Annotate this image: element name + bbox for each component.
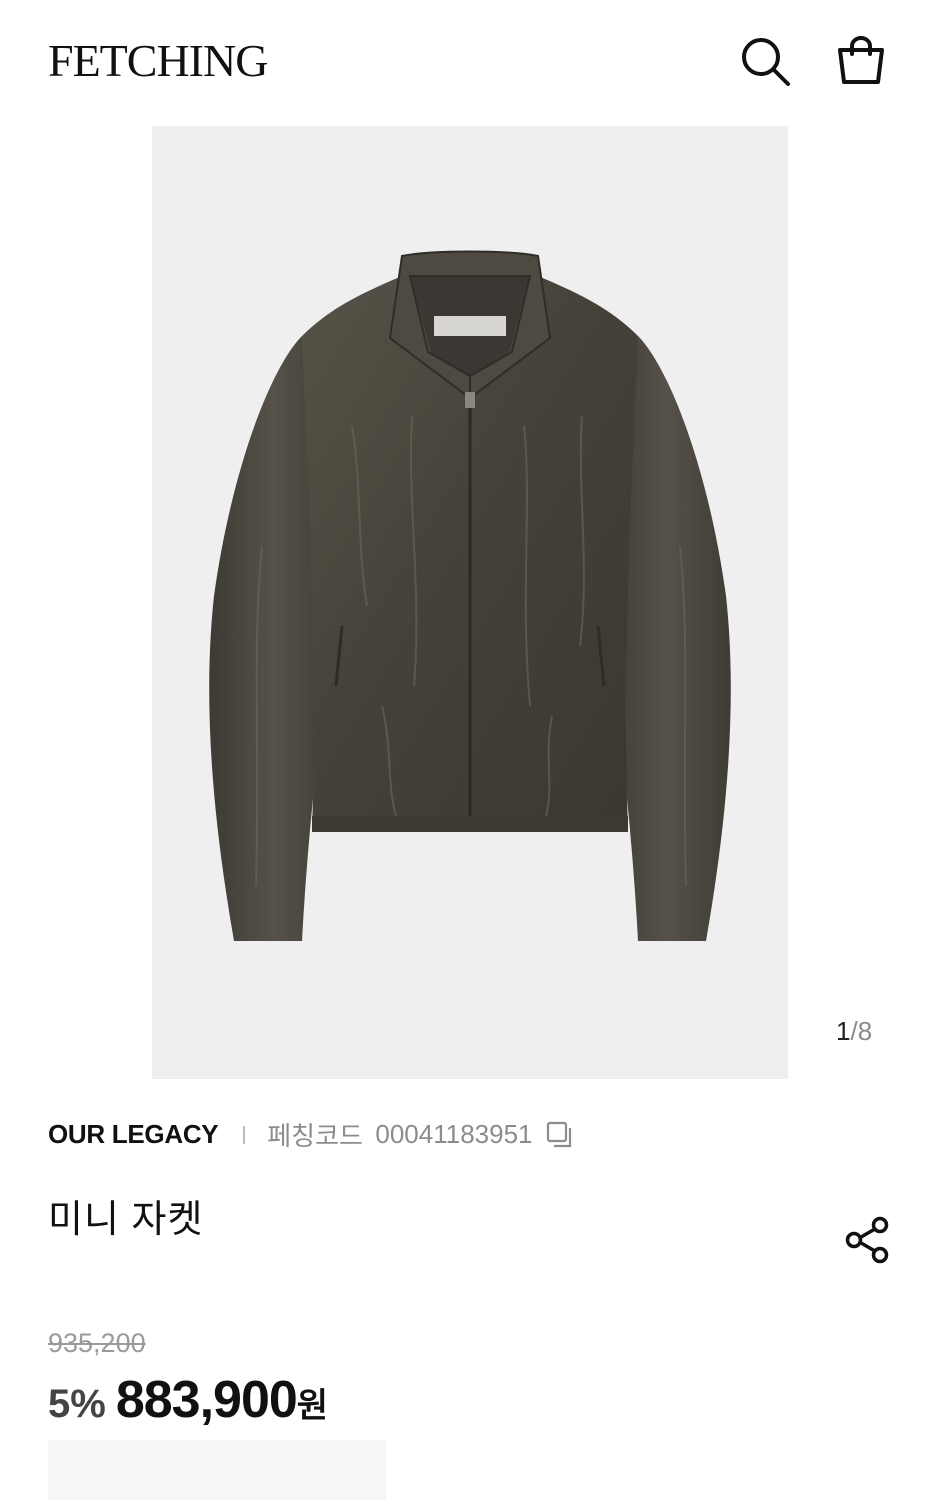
currency-unit: 원 [296,1387,329,1425]
sale-price: 883,900 [115,1371,298,1429]
meta-divider [242,1125,245,1144]
image-counter-separator: / [850,1016,858,1046]
product-meta: OUR LEGACY 페칭코드 00041183951 [48,1116,648,1152]
brand-name[interactable]: OUR LEGACY [48,1119,219,1149]
product-image-jacket [152,126,788,1079]
product-image-gallery[interactable] [152,126,788,1079]
image-counter-total: 8 [857,1016,873,1046]
shopping-bag-icon[interactable] [834,34,888,88]
original-price: 935,200 [48,1328,146,1358]
fetching-code-label: 페칭코드 [267,1121,363,1151]
fetching-logo[interactable]: FETCHING [48,36,268,86]
search-icon[interactable] [738,34,792,88]
discount-rate: 5% [48,1382,106,1426]
price-row: 5% 883,900원 [48,1370,328,1430]
share-icon[interactable] [842,1214,894,1266]
product-title: 미니 자켓 [48,1199,204,1241]
image-counter: 1/8 [836,1016,872,1047]
fetching-code-value: 00041183951 [375,1119,533,1149]
top-header: FETCHING [0,0,940,120]
promo-info-box [48,1440,386,1500]
copy-icon[interactable] [545,1120,575,1150]
image-counter-current: 1 [836,1016,851,1046]
